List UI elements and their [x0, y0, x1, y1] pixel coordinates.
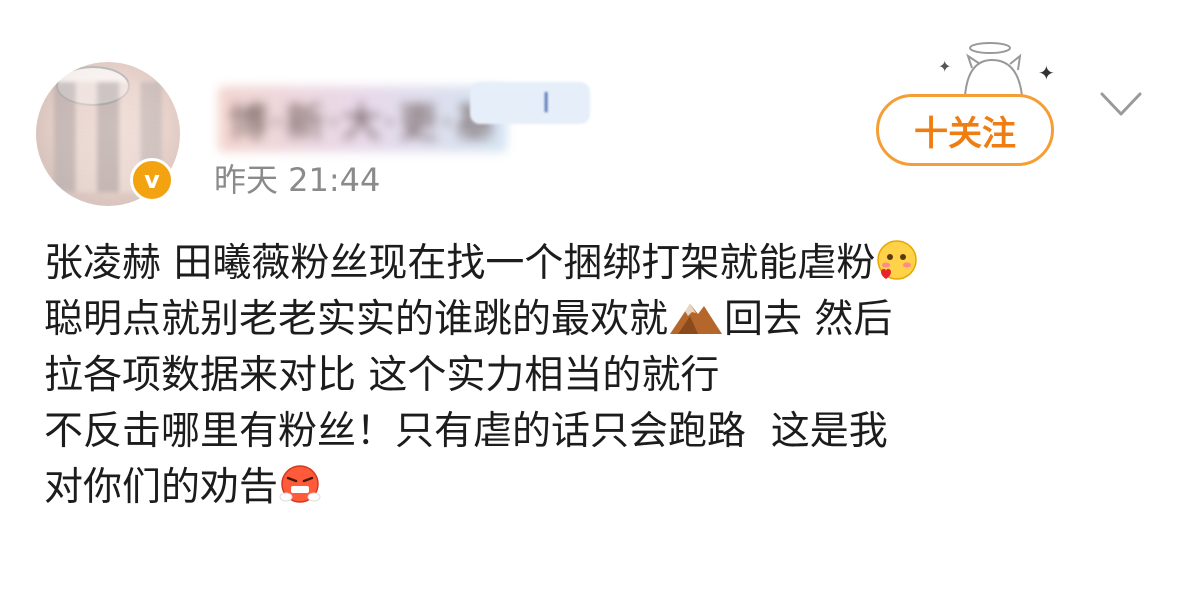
post-line-text: 拉各项数据来对比 这个实力相当的就行 [44, 353, 720, 398]
post-line-text: 对你们的劝告 [44, 465, 279, 510]
user-level-tag: I [470, 82, 590, 124]
post-line: 聪明点就别老老实实的谁跳的最欢就 回去 然后 [44, 292, 1154, 348]
angel-cat-icon: ✦ ✦ [938, 42, 1055, 97]
follow-button[interactable]: 十关注 [876, 94, 1054, 166]
post-line-text: 张凌赫 田曦薇粉丝现在找一个捆绑打架就能虐粉 [44, 241, 876, 286]
post-line: 对你们的劝告 [44, 460, 1154, 516]
weibo-post: v 博·新·大·更·基 I 昨天 21:44 ✦ ✦ 十关注 张凌赫 田曦薇粉丝… [0, 0, 1179, 594]
mountain-emoji-icon [670, 304, 723, 334]
chevron-down-icon[interactable] [1098, 86, 1144, 122]
svg-text:✦: ✦ [938, 57, 951, 76]
post-line-text: 回去 然后 [724, 297, 893, 342]
blush-heart-emoji-icon [877, 240, 918, 280]
post-line-text: 不反击哪里有粉丝！只有虐的话只会跑路 这是我 [44, 409, 888, 454]
username[interactable]: 博·新·大·更·基 [218, 86, 507, 152]
post-line-text: 聪明点就别老老实实的谁跳的最欢就 [44, 297, 669, 342]
verified-badge-icon: v [130, 158, 174, 202]
post-line: 拉各项数据来对比 这个实力相当的就行 [44, 348, 1154, 404]
user-level-tag-label: I [542, 86, 551, 119]
post-time: 昨天 21:44 [214, 161, 381, 199]
post-content: 张凌赫 田曦薇粉丝现在找一个捆绑打架就能虐粉 聪明点就别老老实实的谁跳的最欢就 … [44, 236, 1154, 516]
post-line: 不反击哪里有粉丝！只有虐的话只会跑路 这是我 [44, 404, 1154, 460]
post-line: 张凌赫 田曦薇粉丝现在找一个捆绑打架就能虐粉 [44, 236, 1154, 292]
angry-steam-emoji-icon [279, 465, 321, 503]
svg-text:✦: ✦ [1038, 61, 1055, 85]
